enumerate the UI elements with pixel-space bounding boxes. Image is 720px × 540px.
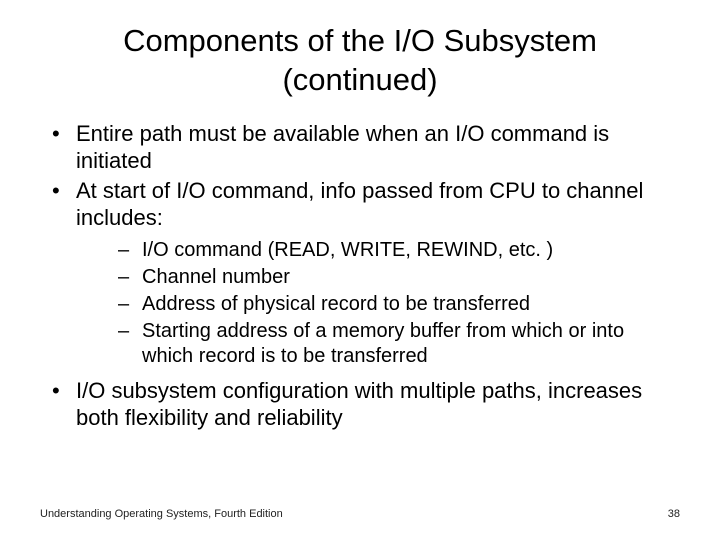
- sub-item: I/O command (READ, WRITE, REWIND, etc. ): [76, 238, 680, 263]
- bullet-item: I/O subsystem configuration with multipl…: [40, 377, 680, 432]
- bullet-list: Entire path must be available when an I/…: [40, 120, 680, 432]
- footer: Understanding Operating Systems, Fourth …: [40, 508, 680, 520]
- footer-source: Understanding Operating Systems, Fourth …: [40, 508, 283, 520]
- bullet-text: I/O subsystem configuration with multipl…: [76, 378, 642, 431]
- bullet-item: At start of I/O command, info passed fro…: [40, 177, 680, 369]
- page-number: 38: [668, 508, 680, 520]
- sub-text: Address of physical record to be transfe…: [142, 293, 530, 315]
- bullet-item: Entire path must be available when an I/…: [40, 120, 680, 175]
- bullet-text: Entire path must be available when an I/…: [76, 121, 609, 174]
- sub-item: Starting address of a memory buffer from…: [76, 319, 680, 369]
- sub-list: I/O command (READ, WRITE, REWIND, etc. )…: [76, 238, 680, 369]
- bullet-text: At start of I/O command, info passed fro…: [76, 178, 643, 231]
- sub-text: Starting address of a memory buffer from…: [142, 320, 624, 367]
- sub-text: I/O command (READ, WRITE, REWIND, etc. ): [142, 239, 553, 261]
- sub-text: Channel number: [142, 266, 290, 288]
- slide-title: Components of the I/O Subsystem (continu…: [80, 22, 640, 100]
- sub-item: Address of physical record to be transfe…: [76, 292, 680, 317]
- sub-item: Channel number: [76, 265, 680, 290]
- slide: Components of the I/O Subsystem (continu…: [0, 0, 720, 540]
